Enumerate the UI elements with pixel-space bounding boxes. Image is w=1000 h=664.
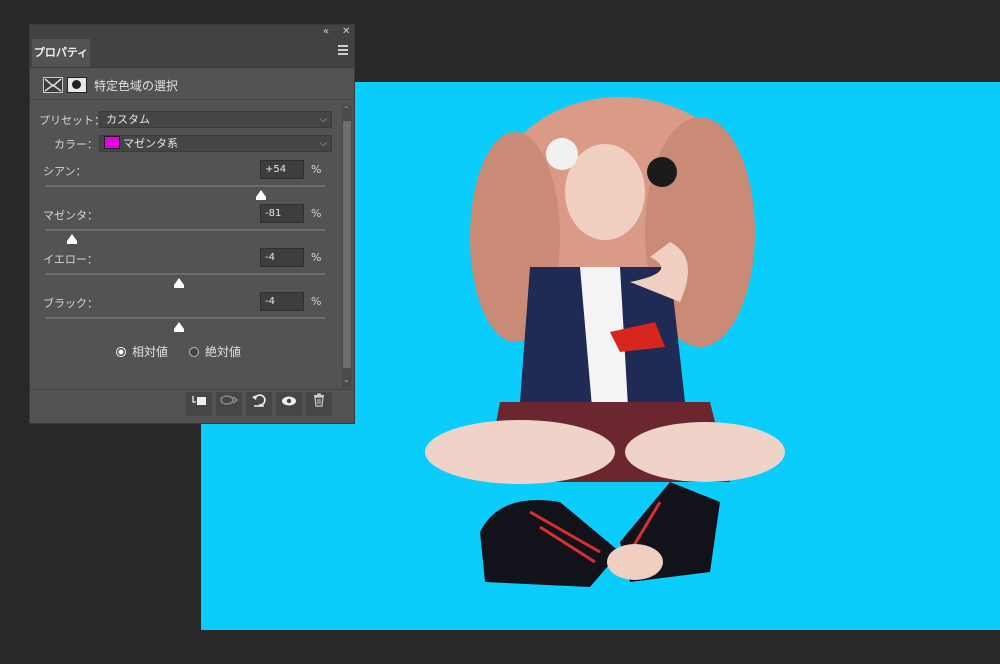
scroll-up-icon[interactable]: ⌃ <box>343 105 350 114</box>
percent-label: % <box>311 295 322 308</box>
panel-menu-icon[interactable] <box>338 45 348 57</box>
slider-thumb[interactable] <box>255 190 266 200</box>
reset-icon <box>252 394 266 407</box>
preset-label: プリセット： <box>39 114 105 127</box>
chevron-down-icon: ⌵ <box>319 114 327 125</box>
preset-value: カスタム <box>106 113 150 126</box>
slider-track[interactable] <box>45 185 325 187</box>
adjustment-layer-icon[interactable] <box>43 77 63 93</box>
colors-dropdown[interactable]: マゼンタ系 ⌵ <box>99 135 332 152</box>
slider-value-field[interactable]: -4 <box>260 248 304 267</box>
preset-dropdown[interactable]: カスタム ⌵ <box>99 111 332 128</box>
slider-value-field[interactable]: -4 <box>260 292 304 311</box>
colors-label: カラー： <box>54 138 98 151</box>
radio-dot-absolute <box>189 347 199 357</box>
radio-relative[interactable]: 相対値 <box>116 343 168 360</box>
color-swatch <box>104 136 120 149</box>
properties-panel: « ✕ プロパティ 特定色域の選択 プリセット： カスタム ⌵ カラー： マゼン… <box>29 24 355 424</box>
layer-mask-icon[interactable] <box>67 77 87 93</box>
slider-label: ブラック： <box>43 297 98 310</box>
trash-icon <box>314 393 324 407</box>
slider-label: イエロー： <box>43 253 98 266</box>
radio-absolute[interactable]: 絶対値 <box>189 343 241 360</box>
reset-button[interactable] <box>246 392 272 416</box>
radio-absolute-label: 絶対値 <box>205 345 242 359</box>
scroll-down-icon[interactable]: ⌄ <box>343 375 350 384</box>
colors-value: マゼンタ系 <box>123 137 178 150</box>
slider-thumb[interactable] <box>66 234 77 244</box>
adjustment-title: 特定色域の選択 <box>94 79 179 93</box>
slider-label: シアン： <box>43 165 87 178</box>
percent-label: % <box>311 163 322 176</box>
view-previous-button[interactable] <box>216 392 242 416</box>
close-icon[interactable]: ✕ <box>342 25 350 39</box>
percent-label: % <box>311 251 322 264</box>
slider-label: マゼンタ： <box>43 209 98 222</box>
tab-properties[interactable]: プロパティ <box>32 39 90 67</box>
slider-value-field[interactable]: -81 <box>260 204 304 223</box>
panel-tabbar: プロパティ <box>30 39 354 68</box>
slider-value-field[interactable]: +54 <box>260 160 304 179</box>
toggle-visibility-button[interactable] <box>276 392 302 416</box>
slider-thumb[interactable] <box>174 278 185 288</box>
chevron-down-icon: ⌵ <box>319 138 327 149</box>
slider-thumb[interactable] <box>174 322 185 332</box>
panel-bottom-toolbar <box>30 389 354 418</box>
clip-to-layer-icon <box>192 396 206 405</box>
panel-titlebar: « ✕ <box>30 25 354 39</box>
eye-previous-icon <box>220 395 239 405</box>
eye-icon <box>282 396 296 406</box>
delete-button[interactable] <box>306 392 332 416</box>
radio-dot-relative <box>116 347 126 357</box>
clip-to-layer-button[interactable] <box>186 392 212 416</box>
percent-label: % <box>311 207 322 220</box>
radio-relative-label: 相対値 <box>132 345 169 359</box>
collapse-icon[interactable]: « <box>323 25 329 39</box>
adjustment-header: 特定色域の選択 <box>30 69 354 100</box>
scrollbar-thumb[interactable] <box>343 121 351 368</box>
slider-track[interactable] <box>45 229 325 231</box>
panel-scrollbar[interactable]: ⌃ ⌄ <box>342 105 352 388</box>
slider-track[interactable] <box>45 317 325 319</box>
slider-track[interactable] <box>45 273 325 275</box>
